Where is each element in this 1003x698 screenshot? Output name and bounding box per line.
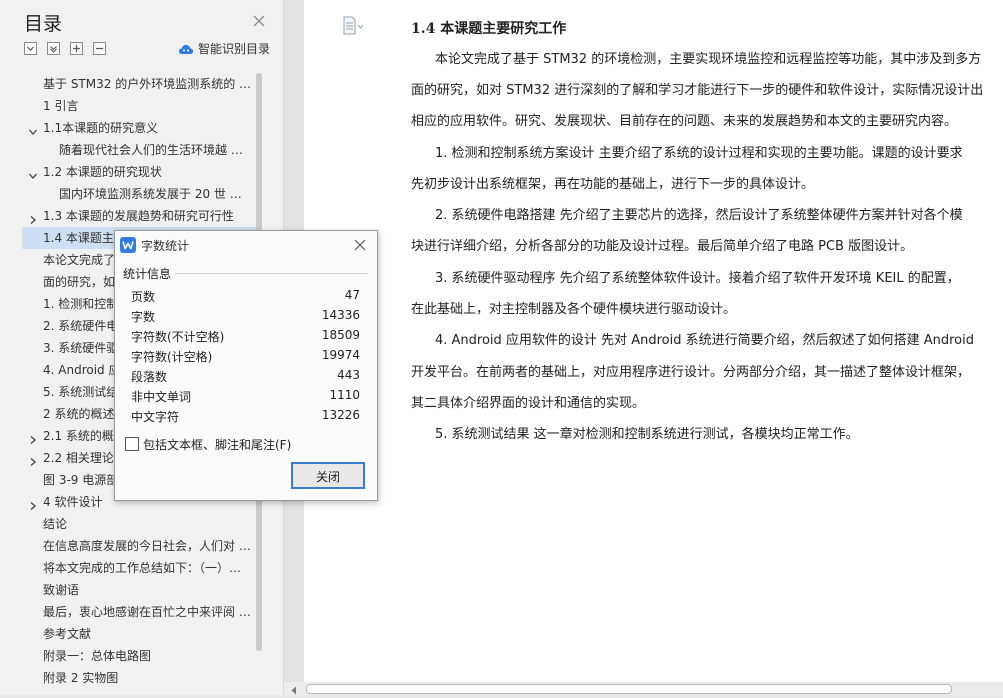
toc-item[interactable]: 1.3 本课题的发展趋势和研究可行性 (22, 205, 256, 227)
toc-item[interactable]: 结论 (22, 513, 256, 535)
horizontal-scrollbar[interactable] (284, 682, 1003, 695)
stat-value: 47 (344, 288, 360, 302)
toc-item-label: 最后，衷心地感谢在百忙之中来评阅 … (43, 605, 251, 619)
document-text-line: 其二具体介绍界面的设计和通信的实现。 (411, 396, 646, 411)
stat-label: 非中文单词 (131, 390, 192, 404)
document-text-line: 先初步设计出系统框架，再在功能的基础上，进行下一步的具体设计。 (411, 177, 815, 192)
stat-value: 1110 (329, 388, 360, 402)
toc-item-label: 1.1本课题的研究意义 (43, 121, 159, 135)
toc-item[interactable]: 1 引言 (22, 95, 256, 117)
document-text-line: 3. 系统硬件驱动程序 先介绍了系统整体软件设计。接着介绍了软件开发环境 KEI… (435, 271, 960, 286)
toc-item[interactable]: 随着现代社会人们的生活环境越 … (22, 139, 256, 161)
toc-item-label: 附录一：总体电路图 (43, 649, 152, 663)
page-menu-icon[interactable] (342, 16, 364, 36)
toc-item-label: 随着现代社会人们的生活环境越 … (59, 143, 243, 157)
toc-item[interactable]: 最后，衷心地感谢在百忙之中来评阅 … (22, 601, 256, 623)
close-button[interactable]: 关闭 (291, 462, 365, 489)
smart-toc-label: 智能识别目录 (198, 42, 271, 56)
toc-close-icon[interactable] (251, 13, 267, 29)
toc-item[interactable]: 在信息高度发展的今日社会，人们对 … (22, 535, 256, 557)
toc-item[interactable]: 1.1本课题的研究意义 (22, 117, 256, 139)
stats-section-label: 统计信息 (123, 267, 172, 281)
toc-item-label: 附录 2 实物图 (43, 671, 119, 685)
toc-item-label: 致谢语 (43, 583, 80, 597)
toc-item-label: 4 软件设计 (43, 495, 103, 509)
stat-label: 中文字符 (131, 410, 180, 424)
stat-value: 18509 (321, 328, 360, 342)
section-heading: 1.4 本课题主要研究工作 (411, 21, 567, 37)
chevron-right-icon[interactable] (28, 210, 38, 224)
include-textbox-checkbox[interactable] (125, 437, 139, 451)
document-text-line: 4. Android 应用软件的设计 先对 Android 系统进行简要介绍，然… (435, 333, 974, 348)
document-text-line: 5. 系统测试结果 这一章对检测和控制系统进行测试，各模块均正常工作。 (435, 427, 859, 442)
toc-item-label: 将本文完成的工作总结如下：（一）… (43, 561, 242, 575)
dialog-close-icon[interactable] (353, 238, 367, 252)
toc-item-label: 国内环境监测系统发展于 20 世 … (59, 187, 242, 201)
document-text-line: 块进行详细介绍，分析各部分的功能及设计过程。最后简单介绍了电路 PCB 版图设计… (411, 239, 914, 254)
document-text-line: 相应的应用软件。研究、发展现状、目前存在的问题、未来的发展趋势和本文的主要研究内… (411, 114, 958, 129)
stat-label: 字符数(计空格) (131, 350, 213, 364)
horizontal-scroll-thumb[interactable] (306, 684, 952, 694)
scroll-left-icon[interactable] (290, 684, 298, 695)
include-textbox-label[interactable]: 包括文本框、脚注和尾注(F) (143, 436, 291, 453)
toc-item-label: 参考文献 (43, 627, 92, 641)
demote-level-icon[interactable] (93, 42, 106, 55)
toc-item[interactable]: 1.2 本课题的研究现状 (22, 161, 256, 183)
toc-item[interactable]: 国内环境监测系统发展于 20 世 … (22, 183, 256, 205)
chevron-right-icon[interactable] (28, 452, 38, 466)
stat-value: 14336 (321, 308, 360, 322)
smart-toc-button[interactable]: 智能识别目录 (178, 40, 270, 57)
stat-value: 19974 (321, 348, 360, 362)
toc-item[interactable]: 附录一：总体电路图 (22, 645, 256, 667)
chevron-right-icon[interactable] (28, 496, 38, 510)
toc-item[interactable]: 参考文献 (22, 623, 256, 645)
document-text-line: 1. 检测和控制系统方案设计 主要介绍了系统的设计过程和实现的主要功能。课题的设… (435, 146, 963, 161)
toc-item-label: 1.3 本课题的发展趋势和研究可行性 (43, 209, 234, 223)
ai-cloud-icon (178, 44, 194, 54)
chevron-down-icon[interactable] (28, 122, 38, 135)
section-divider (175, 273, 368, 274)
stat-value: 443 (337, 368, 360, 382)
chevron-down-icon[interactable] (28, 166, 38, 179)
document-text-line: 开发平台。在前两者的基础上，对应用程序进行设计。分两部分介绍，其一描述了整体设计… (411, 365, 971, 380)
toc-item-label: 1.2 本课题的研究现状 (43, 165, 162, 179)
wps-logo-icon (120, 237, 136, 253)
toc-item[interactable]: 将本文完成的工作总结如下：（一）… (22, 557, 256, 579)
expand-all-icon[interactable] (47, 42, 60, 55)
chevron-right-icon[interactable] (28, 430, 38, 444)
stat-value: 13226 (321, 408, 360, 422)
document-text-line: 2. 系统硬件电路搭建 先介绍了主要芯片的选择，然后设计了系统整体硬件方案并针对… (435, 208, 963, 223)
stat-label: 页数 (131, 290, 156, 304)
toc-item[interactable]: 致谢语 (22, 579, 256, 601)
toc-item-label: 结论 (43, 517, 68, 531)
toc-item-label: 2.2 相关理论 (43, 451, 114, 465)
dialog-title: 字数统计 (141, 239, 190, 253)
collapse-all-icon[interactable] (24, 42, 37, 55)
document-text-line: 在此基础上，对主控制器及各个硬件模块进行驱动设计。 (411, 302, 737, 317)
word-count-dialog: 字数统计 统计信息 页数 47 字数 14336 字符数(不计空格) 18509 字符数(计… (114, 230, 378, 501)
stat-label: 字数 (131, 310, 156, 324)
toc-item[interactable]: 附录 2 实物图 (22, 667, 256, 689)
document-text-line: 面的研究，如对 STM32 进行深刻的了解和学习才能进行下一步的硬件和软件设计，… (411, 83, 984, 98)
document-text-line: 本论文完成了基于 STM32 的环境检测，主要实现环境监控和远程监控等功能，其中… (435, 52, 982, 67)
stat-label: 字符数(不计空格) (131, 330, 225, 344)
toc-item-label: 2 系统的概述 (43, 407, 115, 421)
toc-item-label: 基于 STM32 的户外环境监测系统的 … (43, 77, 252, 91)
toc-item-label: 1 引言 (43, 99, 79, 113)
toc-item-label: 在信息高度发展的今日社会，人们对 … (43, 539, 251, 553)
promote-level-icon[interactable] (70, 42, 83, 55)
stat-label: 段落数 (131, 370, 168, 384)
document-page[interactable]: 1.4 本课题主要研究工作 本论文完成了基于 STM32 的环境检测，主要实现环… (304, 0, 1003, 682)
toc-title: 目录 (24, 13, 63, 35)
toc-item[interactable]: 基于 STM32 的户外环境监测系统的 … (22, 73, 256, 95)
